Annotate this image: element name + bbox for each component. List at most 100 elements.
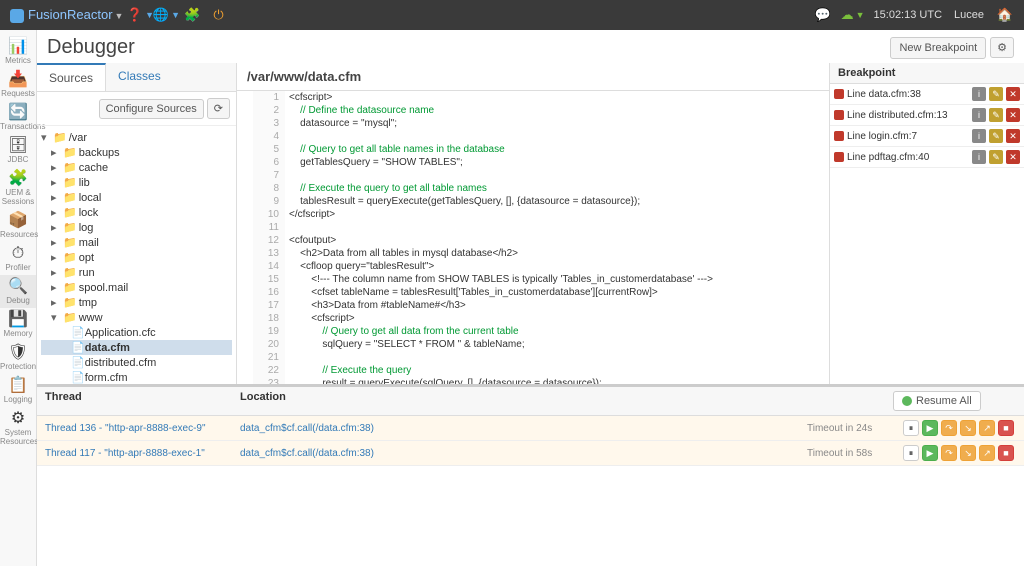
tree-node[interactable]: ▸📁lib [41,175,232,190]
delete-button[interactable]: ✕ [1006,87,1020,101]
tree-node[interactable]: ▸📁log [41,220,232,235]
code-line[interactable]: 10</cfscript> [237,208,829,221]
help-icon[interactable]: ❓▼ [131,6,149,24]
sidebar-item-system-resources[interactable]: ⚙System Resources [0,407,36,449]
sidebar-item-debug[interactable]: 🔍Debug [0,275,36,308]
code-line[interactable]: 20 sqlQuery = "SELECT * FROM " & tableNa… [237,338,829,351]
tab-sources[interactable]: Sources [37,63,106,91]
tree-node[interactable]: ▸📁local [41,190,232,205]
stop-button[interactable]: ■ [998,445,1014,461]
puzzle-icon[interactable]: 🧩 [183,6,201,24]
brand[interactable]: FusionReactor▼ [10,7,123,23]
step-into-button[interactable]: ↘ [960,420,976,436]
tree-node[interactable]: ▸📁opt [41,250,232,265]
step-over-button[interactable]: ↷ [941,420,957,436]
sidebar-item-memory[interactable]: 💾Memory [0,308,36,341]
breakpoint-enabled-icon[interactable] [834,89,844,99]
code-line[interactable]: 3 datasource = "mysql"; [237,117,829,130]
tree-node[interactable]: ▾📁www [41,310,232,325]
breakpoint-enabled-icon[interactable] [834,110,844,120]
sidebar-item-requests[interactable]: 📥Requests [0,68,36,101]
code-line[interactable]: 22 // Execute the query [237,364,829,377]
tab-classes[interactable]: Classes [106,63,173,91]
step-into-button[interactable]: ↘ [960,445,976,461]
user-label[interactable]: Lucee [954,9,984,21]
code-line[interactable]: 5 // Query to get all table names in the… [237,143,829,156]
sidebar-item-metrics[interactable]: 📊Metrics [0,35,36,68]
step-over-button[interactable]: ↷ [941,445,957,461]
info-button[interactable]: i [972,129,986,143]
breakpoint-row[interactable]: Line data.cfm:38i✎✕ [830,84,1024,105]
step-out-button[interactable]: ↗ [979,445,995,461]
delete-button[interactable]: ✕ [1006,129,1020,143]
tree-node[interactable]: ▸📁mail [41,235,232,250]
info-button[interactable]: i [972,150,986,164]
code-line[interactable]: 6 getTablesQuery = "SHOW TABLES"; [237,156,829,169]
code-line[interactable]: 15 <!--- The column name from SHOW TABLE… [237,273,829,286]
code-line[interactable]: 8 // Execute the query to get all table … [237,182,829,195]
code-line[interactable]: 16 <cfset tableName = tablesResult['Tabl… [237,286,829,299]
chat-icon[interactable]: 💬 [814,6,832,24]
info-button[interactable]: i [972,108,986,122]
edit-button[interactable]: ✎ [989,108,1003,122]
tree-node[interactable]: ▸📁run [41,265,232,280]
tree-node[interactable]: 📄data.cfm [41,340,232,355]
code-line[interactable]: 9 tablesResult = queryExecute(getTablesQ… [237,195,829,208]
sidebar-item-protection[interactable]: 🛡Protection [0,341,36,374]
refresh-button[interactable]: ⟳ [207,98,230,119]
sidebar-item-resources[interactable]: 📦Resources [0,209,36,242]
pause-button[interactable]: ⏸ [903,420,919,436]
code-line[interactable]: 17 <h3>Data from #tableName#</h3> [237,299,829,312]
resume-all-button[interactable]: Resume All [893,391,981,411]
breakpoint-enabled-icon[interactable] [834,152,844,162]
tree-node[interactable]: ▸📁backups [41,145,232,160]
tree-node[interactable]: 📄Application.cfc [41,325,232,340]
new-breakpoint-button[interactable]: New Breakpoint [890,37,986,59]
code-line[interactable]: 1<cfscript> [237,91,829,104]
tree-node[interactable]: ▸📁lock [41,205,232,220]
code-line[interactable]: 18 <cfscript> [237,312,829,325]
resume-button[interactable]: ▶ [922,420,938,436]
code-line[interactable]: 2 // Define the datasource name [237,104,829,117]
pause-button[interactable]: ⏸ [903,445,919,461]
code-editor[interactable]: 1<cfscript>2 // Define the datasource na… [237,91,829,384]
breakpoint-enabled-icon[interactable] [834,131,844,141]
breakpoint-row[interactable]: Line distributed.cfm:13i✎✕ [830,105,1024,126]
step-out-button[interactable]: ↗ [979,420,995,436]
info-button[interactable]: i [972,87,986,101]
code-line[interactable]: 13 <h2>Data from all tables in mysql dat… [237,247,829,260]
breakpoint-row[interactable]: Line pdftag.cfm:40i✎✕ [830,147,1024,168]
delete-button[interactable]: ✕ [1006,108,1020,122]
sidebar-item-uem-sessions[interactable]: 🧩UEM & Sessions [0,167,36,209]
tree-node[interactable]: ▾📁/var [41,130,232,145]
code-line[interactable]: 7 [237,169,829,182]
edit-button[interactable]: ✎ [989,87,1003,101]
code-line[interactable]: 14 <cfloop query="tablesResult"> [237,260,829,273]
code-line[interactable]: 4 [237,130,829,143]
tree-node[interactable]: ▸📁spool.mail [41,280,232,295]
tree-node[interactable]: ▸📁tmp [41,295,232,310]
thread-row[interactable]: Thread 136 - "http-apr-8888-exec-9"data_… [37,416,1024,441]
delete-button[interactable]: ✕ [1006,150,1020,164]
code-line[interactable]: 12<cfoutput> [237,234,829,247]
tree-node[interactable]: 📄distributed.cfm [41,355,232,370]
configure-sources-button[interactable]: Configure Sources [99,99,204,119]
globe-icon[interactable]: 🌐▼ [157,6,175,24]
thread-row[interactable]: Thread 117 - "http-apr-8888-exec-1"data_… [37,441,1024,466]
tree-node[interactable]: ▸📁cache [41,160,232,175]
code-line[interactable]: 11 [237,221,829,234]
code-line[interactable]: 23 result = queryExecute(sqlQuery, [], {… [237,377,829,384]
breakpoint-row[interactable]: Line login.cfm:7i✎✕ [830,126,1024,147]
sidebar-item-profiler[interactable]: ⏱Profiler [0,242,36,275]
home-icon[interactable]: 🏠 [996,6,1014,24]
stop-button[interactable]: ■ [998,420,1014,436]
resume-button[interactable]: ▶ [922,445,938,461]
power-icon[interactable]: ⏻ [209,6,227,24]
settings-button[interactable]: ⚙ [990,37,1014,58]
sidebar-item-jdbc[interactable]: 🗄JDBC [0,134,36,167]
cloud-icon[interactable]: ☁▼ [844,6,862,24]
sidebar-item-logging[interactable]: 📋Logging [0,374,36,407]
edit-button[interactable]: ✎ [989,129,1003,143]
code-line[interactable]: 19 // Query to get all data from the cur… [237,325,829,338]
tree-node[interactable]: 📄form.cfm [41,370,232,384]
